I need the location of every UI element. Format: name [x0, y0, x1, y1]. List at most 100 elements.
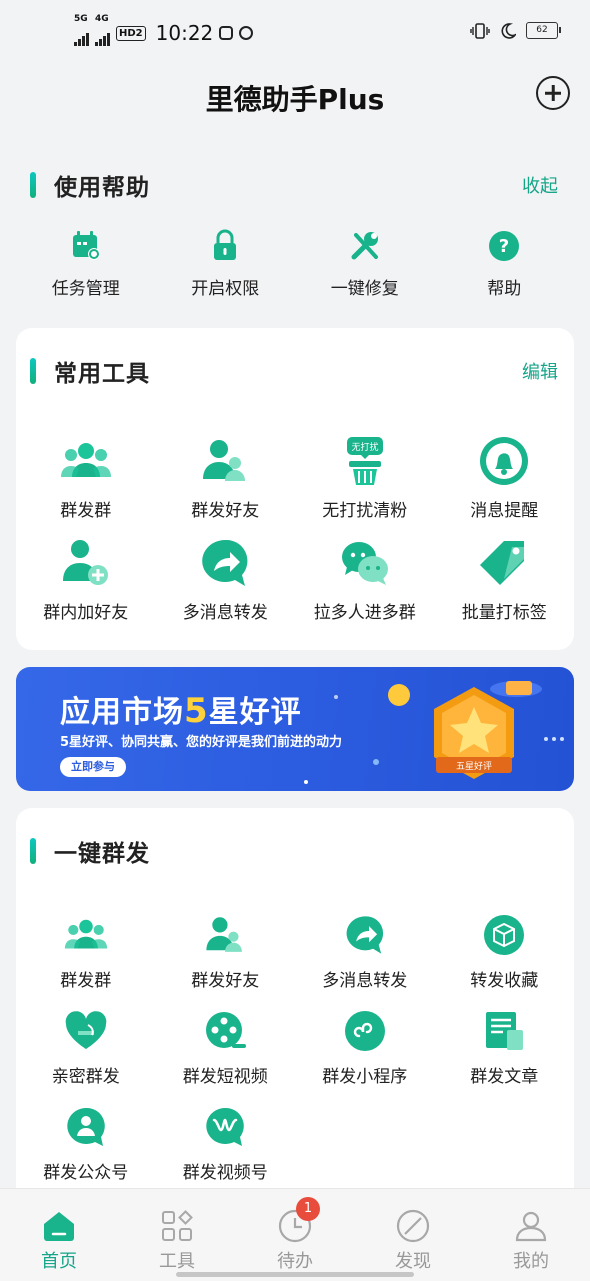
banner-title-post: 星好评 — [208, 695, 302, 730]
status-left: 5G 4G HD2 10:22 — [74, 14, 254, 46]
play-icon — [219, 26, 234, 40]
title-bar: 里德助手Plus — [0, 64, 590, 128]
tool-label: 多消息转发 — [182, 603, 268, 623]
broadcast-label: 群发视频号 — [182, 1163, 268, 1183]
broadcast-label: 亲密群发 — [51, 1067, 120, 1087]
broadcast-card: 一键群发 群发群 群发好友 多消息转发 转发收藏 亲密群发 群发短视频 群发小程… — [16, 808, 574, 1208]
broadcast-label: 群发公众号 — [43, 1163, 129, 1183]
tools-card: 常用工具 编辑 群发群 群发好友 无打扰 无打扰清粉 消息提醒 群内加好友 多消… — [16, 328, 574, 650]
official-account-icon — [59, 1104, 113, 1150]
bottom-nav: 首页 工具 1 待办 发现 我的 — [0, 1188, 590, 1281]
home-indicator[interactable] — [176, 1272, 414, 1277]
friends-icon — [198, 912, 252, 958]
signal-5g: 5G — [74, 14, 89, 46]
broadcast-section-title: 一键群发 — [54, 841, 150, 867]
broadcast-official-account[interactable]: 群发公众号 — [16, 1104, 156, 1200]
search-app-icon — [239, 26, 254, 40]
broadcast-label: 多消息转发 — [322, 971, 408, 991]
vibrate-icon — [470, 22, 490, 39]
broadcast-intimate[interactable]: 亲密群发 — [16, 1008, 156, 1104]
nav-label: 发现 — [395, 1251, 431, 1272]
tool-batch-tag[interactable]: 批量打标签 — [435, 536, 575, 638]
moon-icon — [501, 22, 516, 39]
tools-grid: 群发群 群发好友 无打扰 无打扰清粉 消息提醒 群内加好友 多消息转发 拉多人进… — [16, 434, 574, 638]
broadcast-friends[interactable]: 群发好友 — [156, 912, 296, 1008]
help-item-permissions[interactable]: 开启权限 — [156, 228, 296, 299]
help-row: 任务管理 开启权限 一键修复 ? 帮助 — [16, 228, 574, 299]
tool-message-reminder[interactable]: 消息提醒 — [435, 434, 575, 536]
battery-icon: 62 — [526, 22, 561, 39]
help-item-label: 开启权限 — [191, 279, 260, 299]
broadcast-favorites[interactable]: 转发收藏 — [435, 912, 575, 1008]
help-item-label: 一键修复 — [330, 279, 399, 299]
rating-banner[interactable]: 应用市场5星好评 5星好评、协同共赢、您的好评是我们前进的动力 立即参与 五星好… — [16, 667, 574, 791]
home-icon — [42, 1209, 76, 1243]
add-button[interactable] — [536, 76, 570, 110]
hd-icon: HD2 — [116, 25, 146, 41]
nav-profile[interactable]: 我的 — [472, 1189, 590, 1281]
tool-label: 拉多人进多群 — [313, 603, 416, 623]
tool-add-group-friends[interactable]: 群内加好友 — [16, 536, 156, 638]
nav-label: 我的 — [513, 1251, 549, 1272]
broadcast-channels[interactable]: 群发视频号 — [156, 1104, 296, 1200]
section-accent-bar — [30, 358, 36, 384]
sim1-label: 5G — [74, 14, 88, 24]
status-time: 10:22 — [155, 21, 214, 45]
tag-icon — [477, 536, 531, 590]
join-button[interactable]: 立即参与 — [60, 757, 126, 777]
nav-tools[interactable]: 工具 — [118, 1189, 236, 1281]
question-icon: ? — [486, 228, 522, 264]
broadcast-label: 群发群 — [60, 971, 112, 991]
page-title: 里德助手Plus — [205, 83, 385, 116]
friends-icon — [198, 434, 252, 488]
tool-label: 批量打标签 — [461, 603, 547, 623]
nav-todo[interactable]: 1 待办 — [236, 1189, 354, 1281]
svg-text:?: ? — [499, 236, 509, 257]
nav-discover[interactable]: 发现 — [354, 1189, 472, 1281]
banner-title-pre: 应用市场 — [60, 695, 184, 730]
todo-badge: 1 — [296, 1197, 320, 1221]
tool-label: 群发群 — [60, 501, 112, 521]
forward-icon — [198, 536, 252, 590]
tools-icon — [347, 228, 383, 264]
chat-bubbles-icon — [338, 536, 392, 590]
tool-group-broadcast[interactable]: 群发群 — [16, 434, 156, 536]
grid-icon — [160, 1209, 194, 1243]
tool-pull-into-groups[interactable]: 拉多人进多群 — [295, 536, 435, 638]
help-item-task-manage[interactable]: 任务管理 — [16, 228, 156, 299]
group-icon — [59, 434, 113, 488]
broadcast-short-video[interactable]: 群发短视频 — [156, 1008, 296, 1104]
tool-friends-broadcast[interactable]: 群发好友 — [156, 434, 296, 536]
broadcast-multi-forward[interactable]: 多消息转发 — [295, 912, 435, 1008]
help-item-help[interactable]: ? 帮助 — [435, 228, 575, 299]
forward-icon — [338, 912, 392, 958]
help-item-label: 帮助 — [487, 279, 522, 299]
broadcast-label: 群发文章 — [470, 1067, 539, 1087]
nav-label: 待办 — [277, 1251, 313, 1272]
section-accent-bar — [30, 172, 36, 198]
help-item-fix[interactable]: 一键修复 — [295, 228, 435, 299]
group-icon — [59, 912, 113, 958]
tool-clean-fans[interactable]: 无打扰 无打扰清粉 — [295, 434, 435, 536]
banner-subtitle: 5星好评、协同共赢、您的好评是我们前进的动力 — [60, 735, 343, 750]
collapse-button[interactable]: 收起 — [522, 172, 558, 198]
badge-text: 五星好评 — [456, 760, 492, 772]
no-disturb-tag: 无打扰 — [351, 441, 378, 453]
broadcast-group[interactable]: 群发群 — [16, 912, 156, 1008]
five-star-badge-icon: 五星好评 — [434, 687, 514, 779]
help-section-header: 使用帮助 收起 — [30, 168, 558, 202]
tool-multi-forward[interactable]: 多消息转发 — [156, 536, 296, 638]
banner-title: 应用市场5星好评 — [60, 687, 302, 731]
sim2-label: 4G — [95, 14, 109, 24]
mini-program-icon — [338, 1008, 392, 1054]
tools-section-title: 常用工具 — [54, 361, 150, 387]
help-section-title: 使用帮助 — [54, 175, 150, 201]
compass-icon — [396, 1209, 430, 1243]
broadcast-article[interactable]: 群发文章 — [435, 1008, 575, 1104]
status-bar: 5G 4G HD2 10:22 62 — [0, 0, 590, 64]
edit-button[interactable]: 编辑 — [522, 358, 558, 384]
nav-home[interactable]: 首页 — [0, 1189, 118, 1281]
broadcast-label: 群发短视频 — [182, 1067, 268, 1087]
broadcast-mini-program[interactable]: 群发小程序 — [295, 1008, 435, 1104]
broadcast-label: 转发收藏 — [470, 971, 539, 991]
